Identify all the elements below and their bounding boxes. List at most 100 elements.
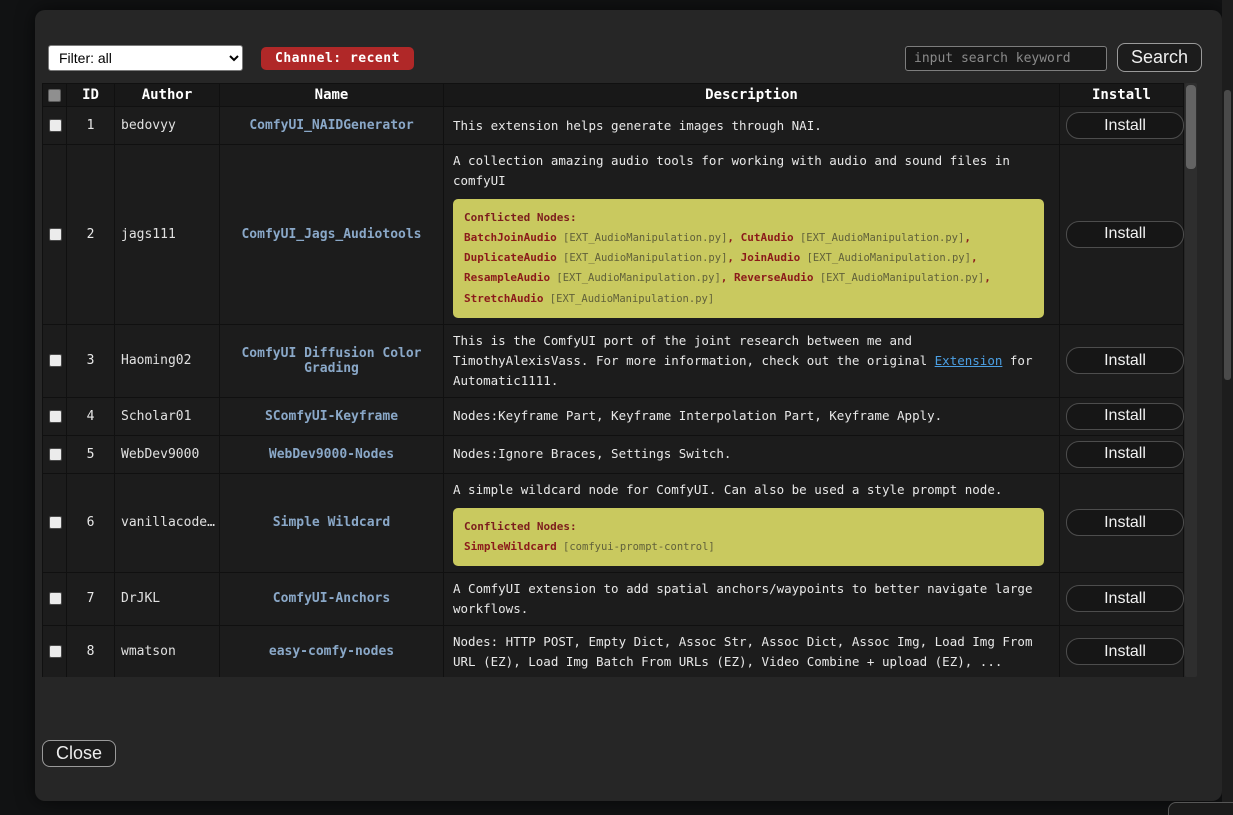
node-name-link[interactable]: ComfyUI_Jags_Audiotools <box>241 227 421 242</box>
row-checkbox[interactable] <box>49 228 62 241</box>
node-description: Nodes:Keyframe Part, Keyframe Interpolat… <box>453 406 1050 426</box>
row-checkbox-cell <box>43 145 67 325</box>
install-button[interactable]: Install <box>1066 347 1184 374</box>
row-checkbox[interactable] <box>49 410 62 423</box>
conflict-separator: , <box>964 231 971 244</box>
conflict-separator: , <box>971 251 978 264</box>
row-checkbox-cell <box>43 324 67 397</box>
row-checkbox-cell <box>43 572 67 625</box>
install-button[interactable]: Install <box>1066 221 1184 248</box>
node-name-link[interactable]: ComfyUI-Anchors <box>273 591 390 606</box>
close-button[interactable]: Close <box>42 740 116 767</box>
node-id: 3 <box>67 324 115 397</box>
table-row: 4 Scholar01 SComfyUI-Keyframe Nodes:Keyf… <box>43 397 1184 435</box>
node-name-cell: easy-comfy-nodes <box>220 625 444 677</box>
conflict-separator: , <box>727 251 740 264</box>
filter-select[interactable]: Filter: all <box>48 45 243 71</box>
node-id: 5 <box>67 435 115 473</box>
header-checkbox-cell <box>43 84 67 107</box>
channel-badge[interactable]: Channel: recent <box>261 47 414 70</box>
node-author: wmatson <box>115 625 220 677</box>
row-checkbox-cell <box>43 107 67 145</box>
table-header-row: ID Author Name Description Install <box>43 84 1184 107</box>
node-name-link[interactable]: Simple Wildcard <box>273 515 390 530</box>
conflict-node-source: [EXT_AudioManipulation.py] <box>550 272 721 284</box>
conflict-separator: , <box>727 231 740 244</box>
conflict-box: Conflicted Nodes:SimpleWildcard [comfyui… <box>453 508 1044 566</box>
row-checkbox[interactable] <box>49 516 62 529</box>
install-button[interactable]: Install <box>1066 509 1184 536</box>
conflict-box: Conflicted Nodes:BatchJoinAudio [EXT_Aud… <box>453 199 1044 318</box>
node-name-link[interactable]: ComfyUI_NAIDGenerator <box>249 118 413 133</box>
install-cell: Install <box>1060 397 1184 435</box>
install-cell: Install <box>1060 145 1184 325</box>
install-button[interactable]: Install <box>1066 638 1184 665</box>
conflict-separator: , <box>721 271 734 284</box>
row-checkbox-cell <box>43 625 67 677</box>
node-description: This extension helps generate images thr… <box>453 116 1050 136</box>
conflict-node-source: [EXT_AudioManipulation.py] <box>814 272 985 284</box>
node-name-link[interactable]: ComfyUI Diffusion Color Grading <box>241 346 421 376</box>
install-cell: Install <box>1060 435 1184 473</box>
node-id: 4 <box>67 397 115 435</box>
conflict-title: Conflicted Nodes: <box>464 211 577 224</box>
install-button[interactable]: Install <box>1066 403 1184 430</box>
conflict-node-name: ReverseAudio <box>734 271 813 284</box>
node-name-cell: Simple Wildcard <box>220 473 444 572</box>
node-author: bedovyy <box>115 107 220 145</box>
node-name-link[interactable]: SComfyUI-Keyframe <box>265 409 398 424</box>
install-cell: Install <box>1060 107 1184 145</box>
conflict-node-source: [EXT_AudioManipulation.py] <box>543 293 714 305</box>
node-name-cell: SComfyUI-Keyframe <box>220 397 444 435</box>
select-all-checkbox[interactable] <box>48 89 61 102</box>
node-description-cell: This is the ComfyUI port of the joint re… <box>444 324 1060 397</box>
node-name-cell: ComfyUI Diffusion Color Grading <box>220 324 444 397</box>
conflict-title: Conflicted Nodes: <box>464 520 577 533</box>
row-checkbox[interactable] <box>49 645 62 658</box>
install-button[interactable]: Install <box>1066 585 1184 612</box>
header-id: ID <box>67 84 115 107</box>
install-cell: Install <box>1060 473 1184 572</box>
table-row: 5 WebDev9000 WebDev9000-Nodes Nodes:Igno… <box>43 435 1184 473</box>
page-scrollbar[interactable] <box>1222 0 1233 815</box>
conflict-node-name: JoinAudio <box>741 251 801 264</box>
page-scrollbar-thumb[interactable] <box>1224 90 1231 380</box>
row-checkbox[interactable] <box>49 592 62 605</box>
node-description: A collection amazing audio tools for wor… <box>453 151 1050 191</box>
row-checkbox[interactable] <box>49 119 62 132</box>
node-author: Haoming02 <box>115 324 220 397</box>
row-checkbox-cell <box>43 435 67 473</box>
conflict-node-source: [EXT_AudioManipulation.py] <box>800 252 971 264</box>
row-checkbox[interactable] <box>49 354 62 367</box>
conflict-node-name: ResampleAudio <box>464 271 550 284</box>
node-name-link[interactable]: WebDev9000-Nodes <box>269 447 394 462</box>
node-table-container: ID Author Name Description Install 1 bed… <box>42 83 1197 677</box>
node-name-cell: ComfyUI_Jags_Audiotools <box>220 145 444 325</box>
conflict-node-name: StretchAudio <box>464 292 543 305</box>
node-name-link[interactable]: easy-comfy-nodes <box>269 644 394 659</box>
description-link[interactable]: Extension <box>935 353 1003 368</box>
node-id: 8 <box>67 625 115 677</box>
table-scrollbar[interactable] <box>1185 83 1197 677</box>
conflict-node-source: [EXT_AudioManipulation.py] <box>794 232 965 244</box>
install-custom-nodes-dialog: Filter: all Channel: recent Search ID Au… <box>35 10 1222 801</box>
install-button[interactable]: Install <box>1066 441 1184 468</box>
node-author: vanillacode… <box>115 473 220 572</box>
row-checkbox-cell <box>43 397 67 435</box>
node-description-cell: Nodes: HTTP POST, Empty Dict, Assoc Str,… <box>444 625 1060 677</box>
install-cell: Install <box>1060 625 1184 677</box>
table-row: 7 DrJKL ComfyUI-Anchors A ComfyUI extens… <box>43 572 1184 625</box>
conflict-node-source: [EXT_AudioManipulation.py] <box>557 252 728 264</box>
node-id: 2 <box>67 145 115 325</box>
node-description-cell: A simple wildcard node for ComfyUI. Can … <box>444 473 1060 572</box>
search-input[interactable] <box>905 46 1107 71</box>
install-button[interactable]: Install <box>1066 112 1184 139</box>
node-name-cell: WebDev9000-Nodes <box>220 435 444 473</box>
table-scrollbar-thumb[interactable] <box>1186 85 1196 169</box>
table-row: 2 jags111 ComfyUI_Jags_Audiotools A coll… <box>43 145 1184 325</box>
search-button[interactable]: Search <box>1117 43 1202 72</box>
node-table: ID Author Name Description Install 1 bed… <box>42 83 1184 677</box>
table-row: 3 Haoming02 ComfyUI Diffusion Color Grad… <box>43 324 1184 397</box>
row-checkbox[interactable] <box>49 448 62 461</box>
conflict-node-name: CutAudio <box>741 231 794 244</box>
